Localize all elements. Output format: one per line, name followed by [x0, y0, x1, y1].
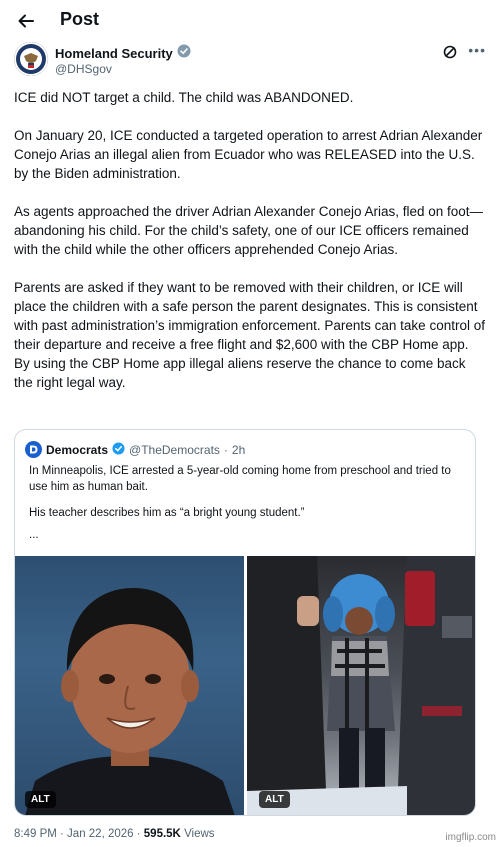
post-paragraph: As agents approached the driver Adrian A… — [14, 204, 484, 257]
verified-badge-icon — [112, 441, 125, 458]
author-name-row[interactable]: Homeland Security — [55, 44, 191, 63]
dhs-seal-icon[interactable] — [14, 42, 48, 76]
post-text: ICE did NOT target a child. The child wa… — [14, 88, 486, 411]
post-author: Homeland Security @DHSgov ••• — [14, 42, 486, 78]
back-arrow-icon[interactable] — [15, 10, 37, 32]
quoted-post-time[interactable]: 2h — [232, 443, 245, 457]
post-paragraph: ICE did NOT target a child. The child wa… — [14, 90, 354, 105]
grok-icon[interactable] — [442, 44, 458, 60]
quoted-post-ellipsis: ... — [29, 529, 39, 541]
views-count: 595.5K — [143, 828, 181, 840]
imgflip-watermark: imgflip.com — [445, 832, 496, 843]
child-portrait-photo[interactable]: ALT — [15, 556, 244, 815]
page-title: Post — [60, 9, 100, 29]
views-label: Views — [180, 828, 215, 840]
quoted-post[interactable]: Democrats @TheDemocrats · 2h In Minneapo… — [14, 429, 476, 816]
quoted-post-text: In Minneapolis, ICE arrested a 5-year-ol… — [29, 463, 469, 553]
verified-badge-icon — [177, 44, 191, 63]
separator-dot: · — [223, 442, 228, 457]
alt-badge[interactable]: ALT — [25, 791, 56, 808]
quoted-author-handle[interactable]: @TheDemocrats — [129, 443, 220, 457]
democrats-logo-icon[interactable] — [25, 441, 42, 458]
post-metadata: 8:49 PM · Jan 22, 2026 · 595.5K Views — [14, 828, 215, 840]
post-timestamp[interactable]: 8:49 PM · Jan 22, 2026 · — [14, 828, 144, 840]
post-paragraph: Parents are asked if they want to be rem… — [14, 280, 485, 390]
post-paragraph: On January 20, ICE conducted a targeted … — [14, 128, 483, 181]
more-options-icon[interactable]: ••• — [468, 42, 486, 58]
author-name[interactable]: Homeland Security — [55, 46, 173, 61]
alt-badge[interactable]: ALT — [259, 791, 290, 808]
child-with-officer-photo[interactable]: ALT — [247, 556, 475, 815]
quoted-post-line: His teacher describes him as “a bright y… — [29, 507, 305, 519]
quoted-post-header: Democrats @TheDemocrats · 2h — [25, 441, 245, 458]
author-handle[interactable]: @DHSgov — [55, 62, 112, 76]
top-bar: Post — [0, 0, 500, 40]
quoted-post-media: ALT ALT — [15, 556, 475, 815]
quoted-post-line: In Minneapolis, ICE arrested a 5-year-ol… — [29, 465, 451, 493]
quoted-author-name[interactable]: Democrats — [46, 443, 108, 457]
